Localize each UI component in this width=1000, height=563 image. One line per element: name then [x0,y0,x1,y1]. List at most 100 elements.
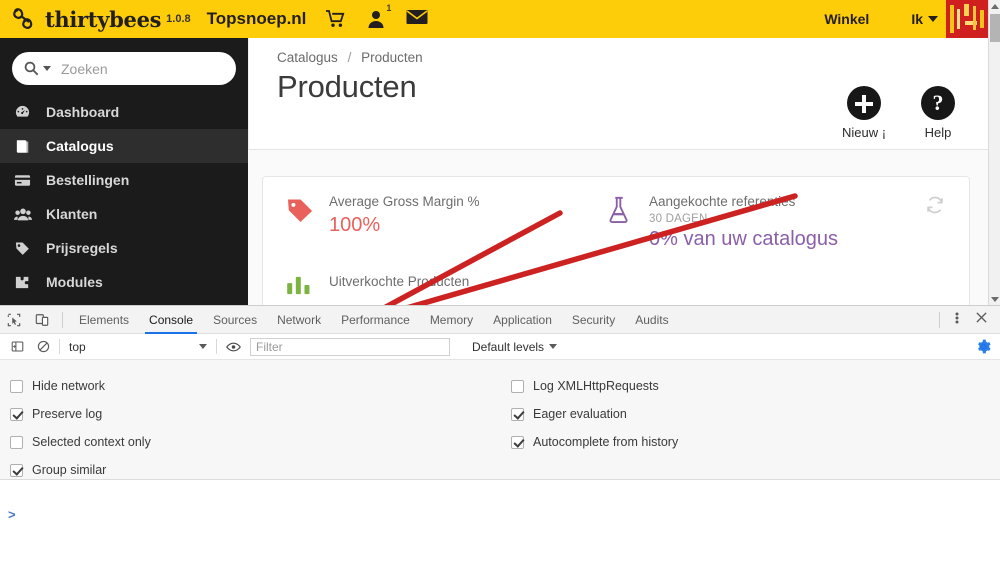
console-settings-panel: Hide network Preserve log Selected conte… [0,360,1000,480]
flask-icon [605,193,649,230]
setting-group-similar[interactable]: Group similar [10,456,151,484]
chevron-down-icon [928,16,938,22]
page-header: Catalogus / Producten Producten Nieuw ¡ [248,38,988,150]
shop-front-link[interactable]: Winkel [824,11,869,27]
breadcrumb: Catalogus / Producten [277,50,988,65]
tab-application[interactable]: Application [483,306,562,334]
sidebar-item-klanten[interactable]: Klanten [0,197,248,231]
kebab-menu-icon[interactable] [946,310,968,329]
devtools-tabbar-right [933,310,1000,329]
device-toolbar-icon[interactable] [28,306,56,334]
shop-name[interactable]: Topsnoep.nl [207,9,307,29]
console-filter-input[interactable] [250,337,450,356]
toolbar-divider [59,339,60,354]
tab-audits[interactable]: Audits [625,306,678,334]
setting-hide-network[interactable]: Hide network [10,372,151,400]
screenshot-root: thirtybees 1.0.8 Topsnoep.nl 1 Winkel Ik… [0,0,1000,563]
breadcrumb-separator: / [347,50,352,65]
sidebar-item-prijsregels[interactable]: Prijsregels [0,231,248,265]
kpi-aangekochte-referenties: Aangekochte referenties 30 DAGEN 0% van … [583,193,913,251]
new-product-button[interactable]: Nieuw ¡ [840,86,888,140]
search-input[interactable] [61,60,242,77]
tab-elements[interactable]: Elements [69,306,139,334]
page-scrollbar[interactable] [988,0,1000,305]
setting-preserve-log[interactable]: Preserve log [10,400,151,428]
tab-performance[interactable]: Performance [331,306,420,334]
kpi-row-1: Average Gross Margin % 100% Aangekochte … [263,177,969,251]
log-levels-label: Default levels [472,339,545,354]
execution-context-selector[interactable]: top [63,340,213,354]
execution-context-value: top [69,339,86,354]
help-label: Help [924,125,952,140]
user-notification-badge: 1 [382,2,396,15]
checkbox[interactable] [511,407,524,421]
kpi-value: 0% van uw catalogus [649,227,839,250]
console-prompt-chevron-icon: > [8,506,16,522]
checkbox[interactable] [511,435,524,449]
kpi-value: 100% [329,213,381,236]
live-expression-icon[interactable] [220,335,246,359]
chevron-down-icon [199,344,207,349]
checkbox[interactable] [10,407,23,421]
clear-console-icon[interactable] [30,335,56,359]
checkbox[interactable] [10,463,23,477]
search-box[interactable] [12,52,242,85]
shopping-cart-icon[interactable] [326,9,346,29]
sidebar-item-dashboard[interactable]: Dashboard [0,95,248,129]
console-output-area[interactable]: > [0,504,1000,563]
scroll-up-arrow-icon[interactable] [989,0,1000,12]
console-sidebar-icon[interactable] [4,335,30,359]
sidebar-item-modules[interactable]: Modules [0,265,248,299]
chevron-down-icon [549,344,558,349]
sidebar-item-label: Modules [46,274,103,290]
envelope-icon[interactable] [406,9,428,29]
setting-eager-evaluation[interactable]: Eager evaluation [511,400,678,428]
setting-label: Hide network [32,379,105,393]
search-scope-chevron-icon[interactable] [43,66,51,71]
credit-card-icon [14,172,38,189]
brand-name: thirtybees [45,7,161,32]
setting-log-xmlhttprequests[interactable]: Log XMLHttpRequests [511,372,678,400]
setting-label: Preserve log [32,407,103,421]
close-icon[interactable] [968,311,994,329]
setting-autocomplete-from-history[interactable]: Autocomplete from history [511,428,678,456]
account-menu[interactable]: Ik [911,11,938,27]
sidebar-item-bestellingen[interactable]: Bestellingen [0,163,248,197]
browser-page-viewport: thirtybees 1.0.8 Topsnoep.nl 1 Winkel Ik… [0,0,1000,305]
tag-icon [14,240,38,257]
settings-gear-icon[interactable] [970,339,996,354]
checkbox[interactable] [10,379,23,393]
sidebar-item-label: Catalogus [46,138,114,154]
checkbox[interactable] [511,379,524,393]
inspect-element-icon[interactable] [0,306,28,334]
log-levels-selector[interactable]: Default levels [472,339,558,354]
tab-network[interactable]: Network [267,306,331,334]
tab-console[interactable]: Console [139,306,203,334]
setting-label: Log XMLHttpRequests [533,379,659,393]
kpi-average-gross-margin: Average Gross Margin % 100% [263,193,583,251]
tab-security[interactable]: Security [562,306,625,334]
refresh-icon[interactable] [925,195,945,220]
bar-chart-icon [285,273,329,300]
brand-bees: bees [109,6,162,32]
sidebar-item-catalogus[interactable]: Catalogus [0,129,248,163]
kpi-text-block: Aangekochte referenties 30 DAGEN 0% van … [649,193,838,251]
scroll-down-arrow-icon[interactable] [989,293,1000,305]
admin-topbar: thirtybees 1.0.8 Topsnoep.nl 1 Winkel Ik [0,0,988,38]
avatar[interactable] [946,0,988,38]
console-prompt[interactable]: > [0,504,1000,524]
setting-selected-context-only[interactable]: Selected context only [10,428,151,456]
help-button[interactable]: ? Help [914,86,962,140]
tab-memory[interactable]: Memory [420,306,483,334]
console-settings-right-column: Log XMLHttpRequests Eager evaluation Aut… [511,372,678,456]
book-icon [14,138,38,155]
breadcrumb-parent[interactable]: Catalogus [277,50,338,65]
toolbar-divider [939,311,940,328]
tab-sources[interactable]: Sources [203,306,267,334]
scrollbar-thumb[interactable] [990,14,1000,42]
user-icon[interactable]: 1 [366,2,396,29]
checkbox[interactable] [10,435,23,449]
brand-thirty: thirty [45,6,110,32]
kpi-uitverkochte-producten: Uitverkochte Producten [285,273,469,300]
sidebar-item-label: Dashboard [46,104,120,120]
